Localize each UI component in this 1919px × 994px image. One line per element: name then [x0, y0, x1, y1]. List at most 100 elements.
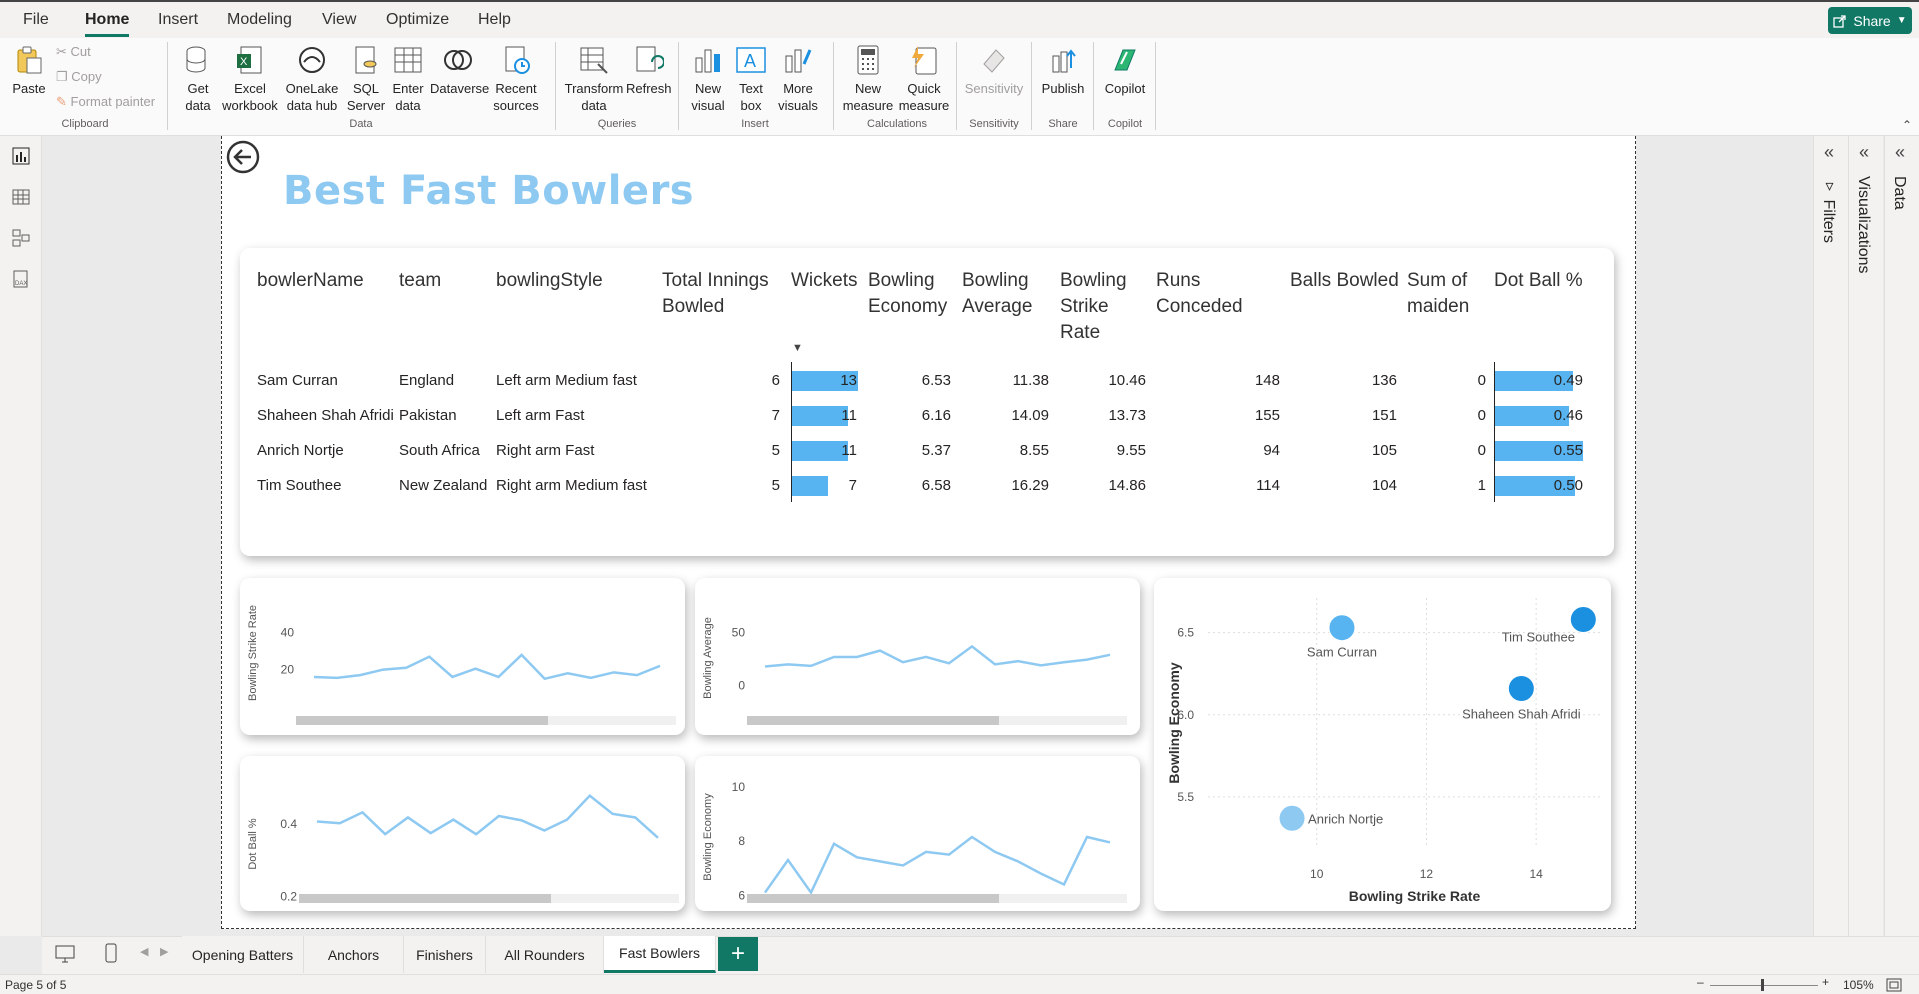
tab-opening-batters[interactable]: Opening Batters	[182, 936, 304, 973]
tab-fast-bowlers[interactable]: Fast Bowlers	[604, 936, 716, 973]
column-header[interactable]: Sum of maiden	[1407, 268, 1487, 320]
expand-icon[interactable]: «	[1895, 142, 1905, 163]
dataverse-button[interactable]: Dataverse	[430, 44, 489, 97]
database-icon	[186, 46, 206, 73]
point-label: Shaheen Shah Afridi	[1462, 707, 1581, 722]
more-visuals-button[interactable]: More visuals	[774, 44, 822, 114]
filters-pane[interactable]: « ▿ Filters	[1813, 136, 1848, 936]
menu-view[interactable]: View	[322, 11, 356, 29]
y-tick-label: 10	[732, 780, 746, 794]
cell-bowling-style: Left arm Medium fast	[496, 372, 637, 389]
column-header[interactable]: Bowling Strike Rate	[1060, 268, 1140, 346]
new-measure-button[interactable]: New measure	[842, 44, 894, 114]
cell-balls: 105	[1371, 442, 1397, 459]
scrollbar-thumb	[296, 716, 548, 725]
sql-server-button[interactable]: SQL Server	[346, 44, 386, 114]
point-label: Anrich Nortje	[1308, 811, 1383, 826]
cell-team: England	[399, 372, 455, 389]
transform-data-button[interactable]: Transform data	[564, 44, 624, 114]
column-header[interactable]: Wickets	[791, 268, 858, 294]
cut-button[interactable]: ✂ Cut	[56, 44, 91, 60]
cell-innings: 5	[771, 477, 780, 494]
fit-to-page-icon[interactable]	[1886, 978, 1902, 992]
menu-modeling[interactable]: Modeling	[227, 11, 292, 29]
add-page-button[interactable]: +	[718, 937, 758, 971]
column-header[interactable]: Bowling Average	[962, 268, 1052, 320]
column-header[interactable]: Dot Ball %	[1494, 268, 1583, 294]
get-data-button[interactable]: Get data	[176, 44, 220, 114]
zoom-slider-thumb[interactable]	[1761, 979, 1764, 991]
zoom-slider[interactable]	[1710, 985, 1818, 986]
x-tick-label: 14	[1529, 867, 1543, 881]
brush-icon: ✎	[56, 94, 67, 109]
column-header[interactable]: Balls Bowled	[1290, 268, 1399, 294]
menu-home[interactable]: Home	[85, 11, 130, 37]
share-button[interactable]: Share ▼	[1828, 7, 1912, 34]
sensitivity-button[interactable]: Sensitivity	[962, 44, 1026, 97]
copy-button[interactable]: ❐ Copy	[56, 69, 102, 85]
table-view-icon[interactable]	[11, 187, 31, 207]
scatter-point	[1507, 675, 1535, 702]
scatter-point	[1278, 804, 1306, 832]
column-header[interactable]: Bowling Economy	[868, 268, 958, 320]
column-header[interactable]: Runs Conceded	[1156, 268, 1276, 320]
menu-file[interactable]: File	[23, 11, 49, 29]
menu-help[interactable]: Help	[478, 11, 511, 29]
column-header[interactable]: Total Innings Bowled	[662, 268, 772, 320]
tab-anchors[interactable]: Anchors	[304, 936, 404, 973]
back-arrow-icon[interactable]	[225, 139, 261, 175]
bar-chart-icon	[695, 49, 720, 73]
mobile-layout-icon[interactable]	[104, 942, 118, 964]
desktop-layout-icon[interactable]	[54, 944, 76, 964]
enter-data-button[interactable]: Enter data	[388, 44, 428, 114]
visualizations-pane[interactable]: « Visualizations	[1848, 136, 1883, 936]
sql-server-icon	[355, 46, 377, 74]
collapse-ribbon-icon[interactable]: ⌃	[1902, 118, 1912, 132]
refresh-button[interactable]: Refresh	[626, 44, 672, 97]
zoom-in-icon[interactable]: +	[1822, 975, 1829, 989]
scissors-icon: ✂	[56, 44, 67, 59]
format-painter-button[interactable]: ✎ Format painter	[56, 94, 155, 110]
point-label: Sam Curran	[1307, 645, 1377, 660]
series-line	[313, 653, 661, 681]
menu-insert[interactable]: Insert	[158, 11, 198, 29]
menu-optimize[interactable]: Optimize	[386, 11, 449, 29]
expand-icon[interactable]: «	[1859, 142, 1869, 163]
zoom-out-icon[interactable]: –	[1697, 975, 1704, 989]
cell-innings: 7	[771, 407, 780, 424]
copilot-button[interactable]: Copilot	[1100, 44, 1150, 97]
paste-icon	[17, 46, 42, 74]
excel-workbook-button[interactable]: X Excel workbook	[222, 44, 278, 114]
divider	[167, 42, 168, 130]
scroll-left-icon[interactable]: ◀	[140, 945, 148, 958]
sort-descending-icon[interactable]: ▼	[792, 342, 803, 354]
cell-innings: 5	[771, 442, 780, 459]
cell-maiden: 0	[1477, 372, 1486, 389]
quick-measure-button[interactable]: Quick measure	[896, 44, 952, 114]
column-header[interactable]: team	[399, 268, 441, 294]
text-box-icon: A	[736, 47, 766, 73]
publish-button[interactable]: Publish	[1038, 44, 1088, 97]
y-tick-label: 6.5	[1177, 626, 1194, 640]
cell-average: 14.09	[1011, 407, 1049, 424]
recent-sources-button[interactable]: Recent sources	[488, 44, 544, 114]
data-pane[interactable]: « Data	[1884, 136, 1919, 936]
expand-icon[interactable]: «	[1824, 142, 1834, 163]
tab-finishers[interactable]: Finishers	[404, 936, 486, 973]
onelake-button[interactable]: OneLake data hub	[280, 44, 344, 114]
tab-all-rounders[interactable]: All Rounders	[486, 936, 604, 973]
divider	[1155, 42, 1156, 130]
report-view-icon[interactable]	[11, 146, 31, 166]
scroll-right-icon[interactable]: ▶	[160, 945, 168, 958]
cell-economy: 5.37	[921, 442, 951, 459]
text-box-button[interactable]: A Text box	[731, 44, 771, 114]
model-view-icon[interactable]	[11, 228, 31, 248]
column-header[interactable]: bowlingStyle	[496, 268, 603, 294]
line-chart-svg: Dot Ball % 0.2 0.4	[247, 793, 679, 904]
paste-button[interactable]: Paste	[10, 44, 48, 97]
y-tick-label: 0.4	[280, 817, 297, 831]
publish-icon	[1052, 49, 1076, 73]
column-header[interactable]: bowlerName	[257, 268, 364, 294]
new-visual-button[interactable]: New visual	[688, 44, 728, 114]
dax-query-view-icon[interactable]: DAX	[11, 269, 31, 289]
